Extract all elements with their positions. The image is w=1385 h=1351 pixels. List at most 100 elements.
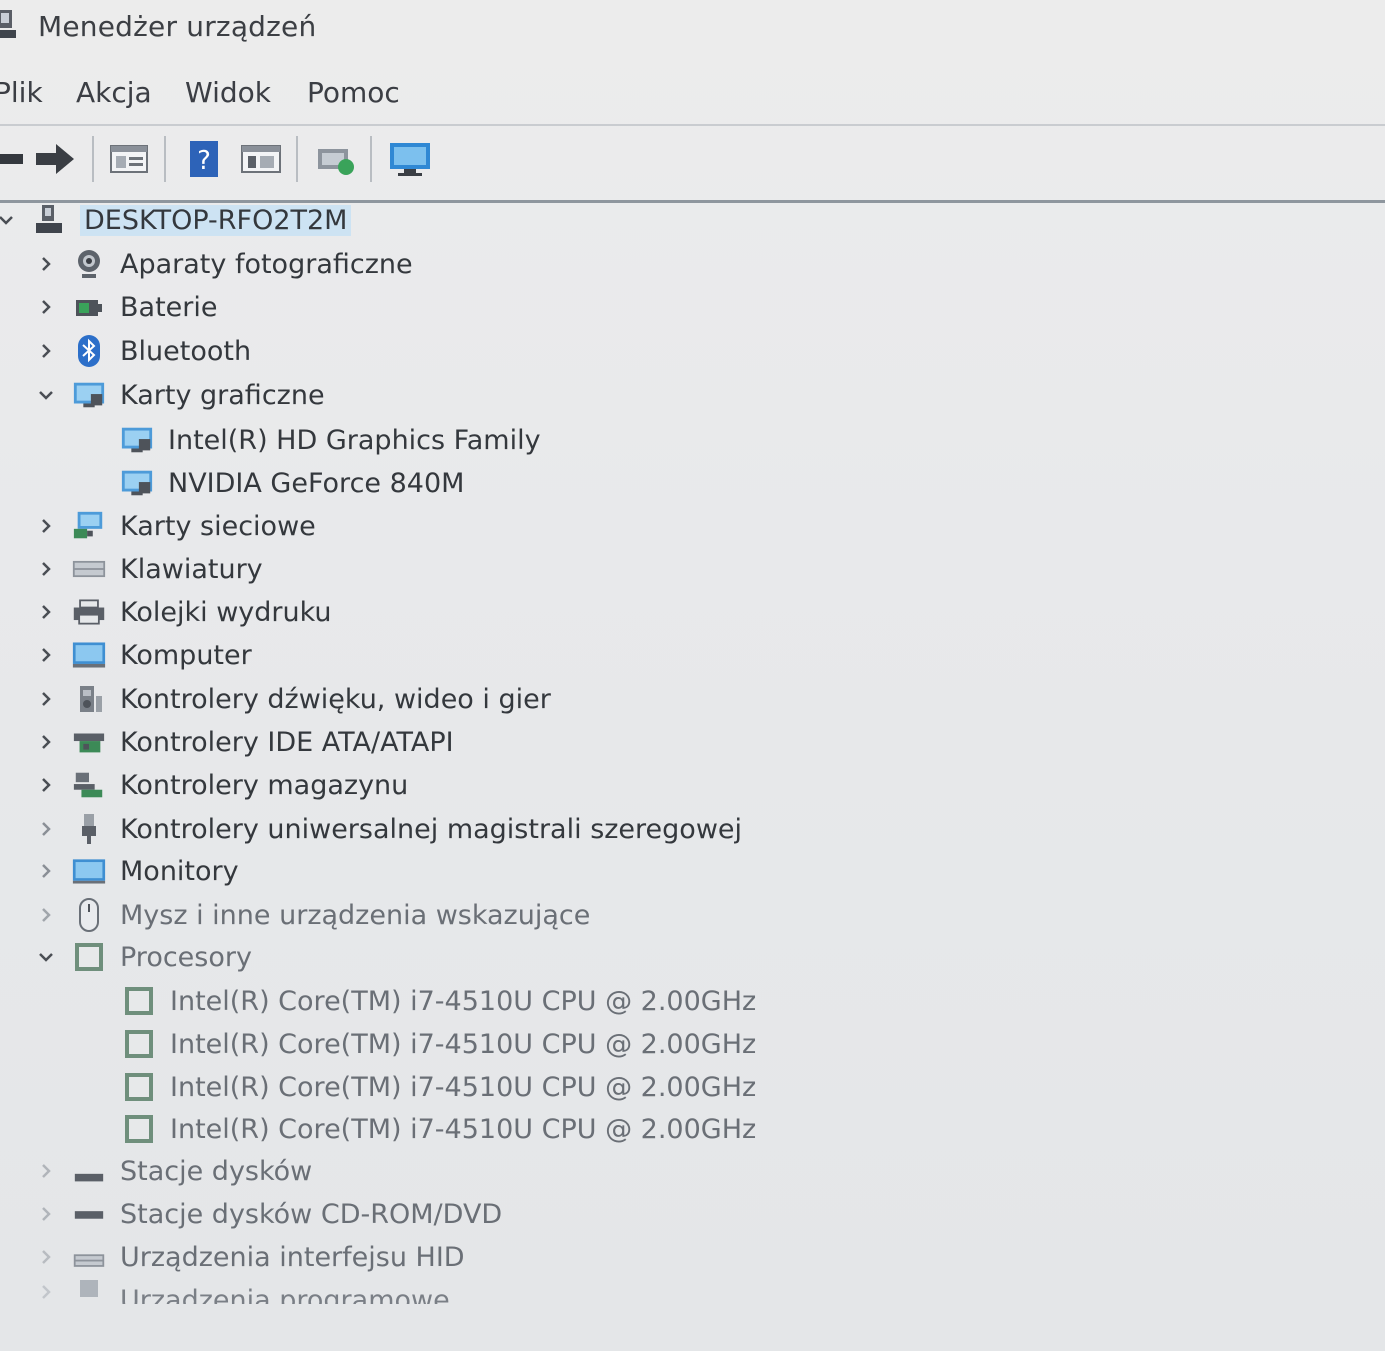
bluetooth-icon <box>72 334 106 368</box>
tree-item-cameras[interactable]: Aparaty fotograficzne <box>36 244 413 284</box>
battery-icon <box>72 290 106 324</box>
properties-icon[interactable] <box>106 136 152 182</box>
chevron-right-icon[interactable] <box>36 732 56 752</box>
processor-icon <box>72 940 106 974</box>
menu-widok[interactable]: Widok <box>185 76 271 109</box>
tree-item-processors[interactable]: Procesory <box>36 937 252 977</box>
processor-icon <box>122 1027 156 1061</box>
device-cpu-3[interactable]: Intel(R) Core(TM) i7-4510U CPU @ 2.00GHz <box>122 1067 756 1107</box>
tree-item-print-queues[interactable]: Kolejki wydruku <box>36 592 332 632</box>
chevron-right-icon[interactable] <box>36 341 56 361</box>
device-label: Intel(R) Core(TM) i7-4510U CPU @ 2.00GHz <box>170 1071 757 1103</box>
chevron-right-icon[interactable] <box>36 861 56 881</box>
tree-item-label: Monitory <box>120 855 239 887</box>
toolbar-separator <box>164 136 166 182</box>
menu-pomoc[interactable]: Pomoc <box>307 76 400 109</box>
tree-item-label: Kontrolery magazynu <box>120 769 409 801</box>
tree-item-label: Procesory <box>120 941 252 973</box>
device-cpu-2[interactable]: Intel(R) Core(TM) i7-4510U CPU @ 2.00GHz <box>122 1024 756 1064</box>
title-bar: Menedżer urządzeń <box>0 0 1385 58</box>
tree-item-label: Kontrolery dźwięku, wideo i gier <box>120 683 551 715</box>
computer-root-icon <box>32 203 66 237</box>
monitor-icon[interactable] <box>387 136 433 182</box>
tree-item-label: Karty sieciowe <box>120 510 316 542</box>
tree-item-computer[interactable]: Komputer <box>36 635 252 675</box>
tree-item-software-devices[interactable]: Urządzenia programowe <box>36 1280 450 1304</box>
processor-icon <box>122 1070 156 1104</box>
tree-item-dvd-drives[interactable]: Stacje dysków CD-ROM/DVD <box>36 1194 502 1234</box>
chevron-right-icon[interactable] <box>36 689 56 709</box>
chevron-right-icon[interactable] <box>36 1247 56 1267</box>
chevron-right-icon[interactable] <box>36 602 56 622</box>
device-manager-app-icon <box>0 8 20 42</box>
svg-text:?: ? <box>197 146 211 176</box>
chevron-right-icon[interactable] <box>36 905 56 925</box>
chevron-right-icon[interactable] <box>36 254 56 274</box>
disk-drive-icon <box>72 1154 106 1188</box>
chevron-right-icon[interactable] <box>36 1282 56 1302</box>
tree-item-bluetooth[interactable]: Bluetooth <box>36 331 251 371</box>
monitor-icon <box>72 854 106 888</box>
forward-arrow-icon[interactable] <box>32 136 78 182</box>
tree-item-keyboards[interactable]: Klawiatury <box>36 549 263 589</box>
tree-item-network-adapters[interactable]: Karty sieciowe <box>36 506 316 546</box>
tree-item-hid-devices[interactable]: Urządzenia interfejsu HID <box>36 1237 465 1277</box>
view-icon[interactable] <box>238 136 284 182</box>
chevron-down-icon[interactable] <box>36 947 56 967</box>
tree-root[interactable]: DESKTOP-RFO2T2M <box>0 200 352 240</box>
toolbar: ? <box>0 124 1385 203</box>
help-icon[interactable]: ? <box>181 136 227 182</box>
hid-icon <box>72 1240 106 1274</box>
chevron-down-icon[interactable] <box>0 210 16 230</box>
tree-item-storage-controllers[interactable]: Kontrolery magazynu <box>36 765 408 805</box>
tree-item-label: Stacje dysków CD-ROM/DVD <box>120 1198 503 1230</box>
chevron-down-icon[interactable] <box>36 385 56 405</box>
device-cpu-4[interactable]: Intel(R) Core(TM) i7-4510U CPU @ 2.00GHz <box>122 1109 756 1149</box>
processor-icon <box>122 984 156 1018</box>
menu-akcja[interactable]: Akcja <box>76 76 152 109</box>
tree-item-usb-controllers[interactable]: Kontrolery uniwersalnej magistrali szere… <box>36 809 742 849</box>
device-nvidia-geforce[interactable]: NVIDIA GeForce 840M <box>120 463 464 503</box>
mouse-icon <box>72 898 106 932</box>
storage-controller-icon <box>72 768 106 802</box>
usb-icon <box>72 812 106 846</box>
tree-item-sound-controllers[interactable]: Kontrolery dźwięku, wideo i gier <box>36 679 551 719</box>
tree-item-label: Kontrolery IDE ATA/ATAPI <box>120 726 454 758</box>
device-cpu-1[interactable]: Intel(R) Core(TM) i7-4510U CPU @ 2.00GHz <box>122 981 756 1021</box>
menu-plik[interactable]: Plik <box>0 76 43 109</box>
device-label: Intel(R) Core(TM) i7-4510U CPU @ 2.00GHz <box>170 1113 757 1145</box>
ide-controller-icon <box>72 725 106 759</box>
chevron-right-icon[interactable] <box>36 297 56 317</box>
chevron-right-icon[interactable] <box>36 516 56 536</box>
computer-icon <box>72 638 106 672</box>
tree-item-label: Komputer <box>120 639 252 671</box>
chevron-right-icon[interactable] <box>36 1161 56 1181</box>
tree-item-label: Stacje dysków <box>120 1155 313 1187</box>
back-arrow-icon[interactable] <box>0 136 32 182</box>
tree-item-ide-controllers[interactable]: Kontrolery IDE ATA/ATAPI <box>36 722 454 762</box>
tree-item-label: Kontrolery uniwersalnej magistrali szere… <box>120 813 743 845</box>
toolbar-separator <box>296 136 298 182</box>
tree-item-batteries[interactable]: Baterie <box>36 287 217 327</box>
tree-item-label: Aparaty fotograficzne <box>120 248 413 280</box>
tree-item-label: Baterie <box>120 291 218 323</box>
tree-item-label: Mysz i inne urządzenia wskazujące <box>120 899 591 931</box>
tree-item-mice[interactable]: Mysz i inne urządzenia wskazujące <box>36 895 590 935</box>
network-adapter-icon <box>72 509 106 543</box>
tree-item-display-adapters[interactable]: Karty graficzne <box>36 375 325 415</box>
printer-icon <box>72 595 106 629</box>
scan-hardware-icon[interactable] <box>312 136 358 182</box>
chevron-right-icon[interactable] <box>36 819 56 839</box>
window-title: Menedżer urządzeń <box>38 10 317 43</box>
chevron-right-icon[interactable] <box>36 645 56 665</box>
chevron-right-icon[interactable] <box>36 775 56 795</box>
device-intel-hd-graphics[interactable]: Intel(R) HD Graphics Family <box>120 420 541 460</box>
device-label: Intel(R) Core(TM) i7-4510U CPU @ 2.00GHz <box>170 1028 757 1060</box>
tree-item-monitors[interactable]: Monitory <box>36 851 239 891</box>
toolbar-separator <box>370 136 372 182</box>
tree-item-label: Kolejki wydruku <box>120 596 332 628</box>
tree-item-disk-drives[interactable]: Stacje dysków <box>36 1151 312 1191</box>
chevron-right-icon[interactable] <box>36 559 56 579</box>
processor-icon <box>122 1112 156 1146</box>
chevron-right-icon[interactable] <box>36 1204 56 1224</box>
